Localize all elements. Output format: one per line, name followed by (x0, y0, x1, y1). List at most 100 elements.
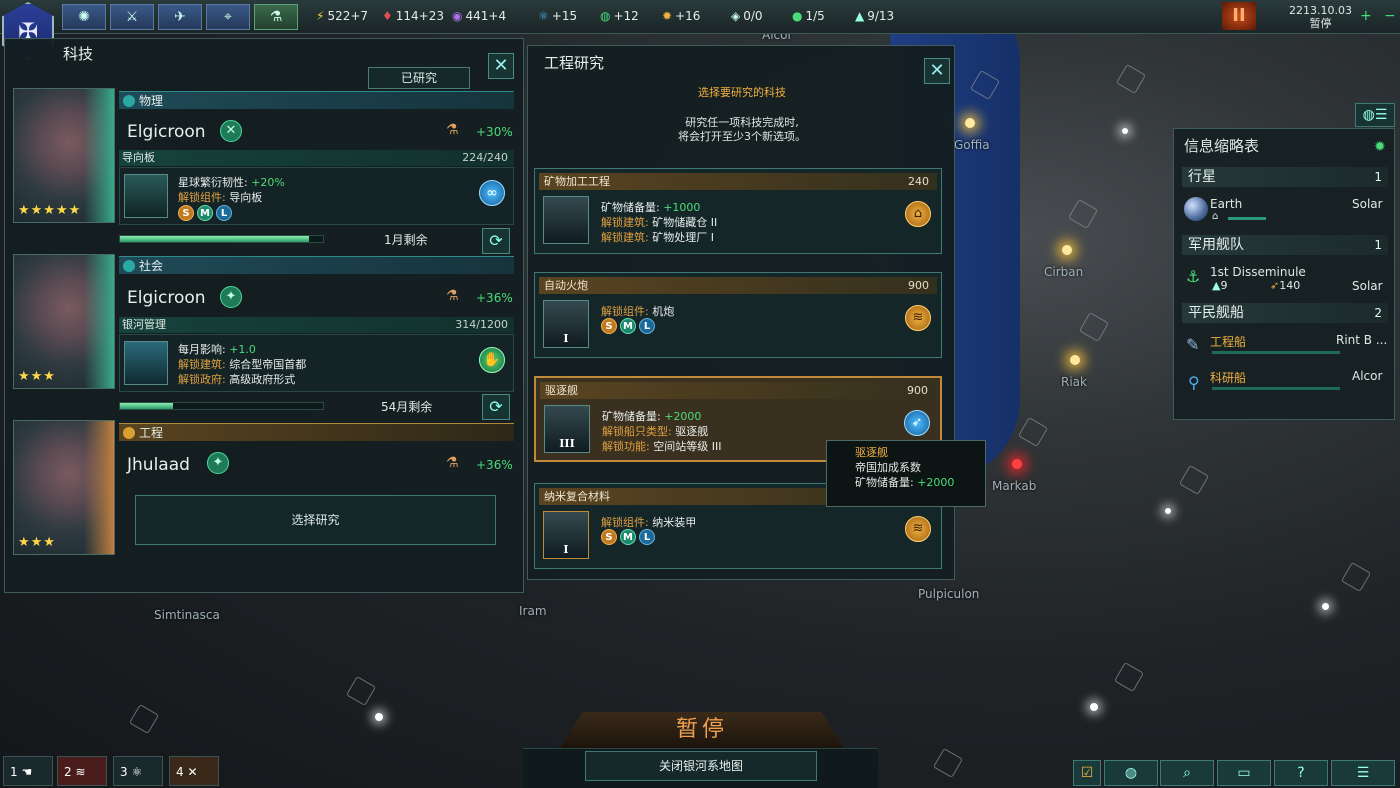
settings-gear-icon[interactable]: ✹ (1374, 139, 1386, 155)
fleet-icon[interactable]: ⚔ (110, 4, 154, 30)
engineering-icon: ✹ (662, 9, 673, 23)
system-label-simtinasca[interactable]: Simtinasca (154, 608, 220, 622)
fleet-power: ➶140 (1270, 279, 1301, 292)
months-remaining: 1月剩余 (384, 233, 428, 247)
tooltip: 驱逐舰 帝国加成系数 矿物储备量: +2000 (826, 440, 986, 507)
tech-icon[interactable]: ⚗ (254, 4, 298, 30)
speed-down-button[interactable]: − (1384, 8, 1396, 24)
physics-icon (123, 95, 135, 107)
planet-bar (1228, 217, 1266, 220)
outliner-fleet-name[interactable]: 1st Disseminule (1210, 265, 1306, 279)
society-resource[interactable]: ◍ +12 (600, 9, 639, 23)
category-header-engineering: 工程 (119, 423, 514, 441)
hex-marker (1078, 311, 1110, 343)
influence-resource[interactable]: ◉ 441+4 (452, 9, 506, 23)
change-research-icon[interactable]: ⟳ (482, 394, 510, 420)
atom-icon: ⚛ (131, 765, 143, 779)
researched-button[interactable]: 已研究 (368, 67, 470, 89)
option-header: 900 自动火炮 (539, 277, 937, 294)
flask-icon: ⚗ (446, 288, 459, 304)
system-label-riak[interactable]: Riak (1061, 375, 1087, 389)
planets-view-icon[interactable]: ◍ (1104, 760, 1158, 786)
system-label-pulpiculon[interactable]: Pulpiculon (918, 587, 979, 601)
home-icon: ⌂ (1212, 211, 1219, 222)
star-small[interactable] (1165, 508, 1171, 514)
menu-icon[interactable]: ☰ (1331, 760, 1395, 786)
map-icon[interactable]: ⌖ (206, 4, 250, 30)
date-display[interactable]: 2213.10.03 暂停 (1289, 4, 1352, 30)
option-cost: 900 (908, 279, 929, 292)
message-icon[interactable]: ▭ (1217, 760, 1271, 786)
hex-marker (345, 675, 377, 707)
select-research-button[interactable]: 选择研究 (135, 495, 496, 545)
option-header: 240 矿物加工工程 (539, 173, 937, 190)
engineering-resource[interactable]: ✹ +16 (662, 9, 700, 23)
star-cirban[interactable] (1062, 245, 1072, 255)
planets-resource[interactable]: ● 1/5 (792, 9, 825, 23)
outliner-title: 信息缩略表 (1184, 137, 1260, 155)
scientist-name[interactable]: Elgicroon (127, 122, 206, 142)
system-label-cirban[interactable]: Cirban (1044, 265, 1083, 279)
star-small[interactable] (1322, 603, 1329, 610)
shield-icon (124, 174, 168, 218)
checklist-icon[interactable]: ☑ (1073, 760, 1101, 786)
ships-icon[interactable]: ✈ (158, 4, 202, 30)
system-label-goffia[interactable]: Goffia (954, 138, 990, 152)
close-icon[interactable]: ✕ (488, 53, 514, 79)
system-label-iram[interactable]: Iram (519, 604, 547, 618)
speed-up-button[interactable]: + (1360, 8, 1372, 24)
project-card[interactable]: 每月影响: +1.0 解锁建筑: 综合型帝国首都 解锁政府: 高级政府形式 ✋ (119, 334, 514, 392)
research-option[interactable]: 900 自动火炮 I 解锁组件: 机炮 SML ≋ (534, 272, 942, 358)
outliner-section-military[interactable]: 军用舰队 1 (1182, 235, 1388, 255)
minerals-resource[interactable]: ♦ 114+23 (382, 9, 444, 23)
star-small[interactable] (1122, 128, 1128, 134)
nano-armor-icon: I (543, 511, 589, 559)
system-label-markab[interactable]: Markab (992, 479, 1036, 493)
star-riak[interactable] (1070, 355, 1080, 365)
tech-panel-title: 科技 (63, 45, 94, 63)
engineering-subtitle: 选择要研究的科技 (698, 86, 786, 99)
outliner-section-civilian[interactable]: 平民舰船 2 (1182, 303, 1388, 323)
outliner-toggle-icon[interactable]: ◍☰ (1355, 103, 1395, 127)
star-small[interactable] (1090, 703, 1098, 711)
edicts-resource[interactable]: ◈ 0/0 (731, 9, 763, 23)
scientist-portrait[interactable]: ★★★★★ (13, 88, 115, 223)
shortcut-4[interactable]: 4 ✕ (169, 756, 219, 786)
option-line: 矿物储备量: +2000 (602, 410, 702, 423)
physics-resource[interactable]: ⚛ +15 (538, 9, 577, 23)
pause-button[interactable]: II (1222, 2, 1256, 30)
scientist-name[interactable]: Elgicroon (127, 288, 206, 308)
change-research-icon[interactable]: ⟳ (482, 228, 510, 254)
scientist-name[interactable]: Jhulaad (127, 455, 190, 475)
project-header: 314/1200 银河管理 (119, 317, 514, 333)
research-option[interactable]: 240 矿物加工工程 矿物储备量: +1000 解锁建筑: 矿物储藏仓 II 解锁… (534, 168, 942, 254)
search-icon[interactable]: ⌕ (1160, 760, 1214, 786)
close-galaxy-map-button[interactable]: 关闭银河系地图 (585, 751, 817, 781)
shortcut-1[interactable]: 1 ☚ (3, 756, 53, 786)
star-small[interactable] (375, 713, 383, 721)
outliner-civ-ship[interactable]: 工程船 (1210, 333, 1246, 350)
fleet-cap-resource[interactable]: ▲ 9/13 (855, 9, 894, 23)
factory-icon: ⌂ (905, 201, 931, 227)
energy-resource[interactable]: ⚡ 522+7 (316, 9, 368, 23)
destroyer-icon: III (544, 405, 590, 453)
engineering-desc-2: 将会打开至少3个新选项。 (678, 130, 806, 143)
outliner-planet-name[interactable]: Earth (1210, 197, 1242, 211)
help-icon[interactable]: ? (1274, 760, 1328, 786)
scientist-portrait[interactable]: ★★★ (13, 420, 115, 555)
hex-marker (1067, 198, 1099, 230)
outliner-civ-ship[interactable]: 科研船 (1210, 369, 1246, 386)
shortcut-3[interactable]: 3 ⚛ (113, 756, 163, 786)
star-markab[interactable] (1012, 459, 1022, 469)
scientist-portrait[interactable]: ★★★ (13, 254, 115, 389)
galaxy-icon[interactable]: ✺ (62, 4, 106, 30)
close-icon[interactable]: ✕ (924, 58, 950, 84)
tooltip-title: 驱逐舰 (855, 446, 888, 459)
outliner-section-planets[interactable]: 行星 1 (1182, 167, 1388, 187)
shortcut-2[interactable]: 2 ≋ (57, 756, 107, 786)
progress-bar (119, 235, 324, 243)
option-header: 900 驱逐舰 (540, 382, 936, 399)
project-card[interactable]: 星球繁衍韧性: +20% 解锁组件: 导向板 SML ∞ (119, 167, 514, 225)
star-goffia[interactable] (965, 118, 975, 128)
research-bonus: +36% (476, 458, 513, 472)
